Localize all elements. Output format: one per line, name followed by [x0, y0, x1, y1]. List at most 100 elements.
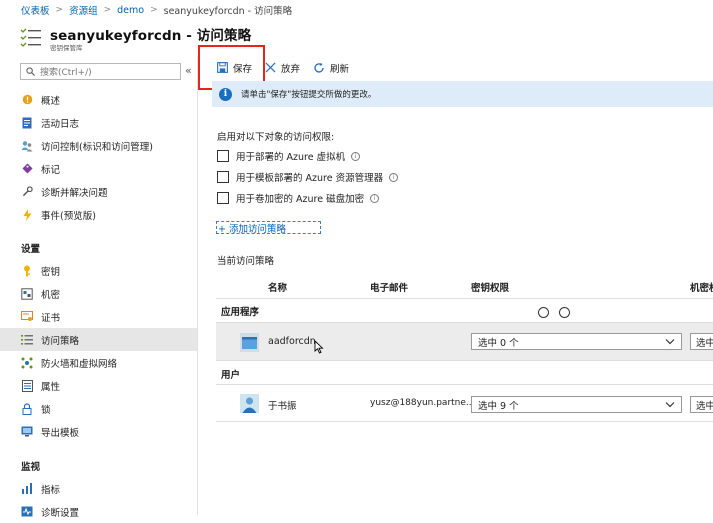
sidebar-item-export-template[interactable]: 导出模板	[0, 420, 197, 443]
radio-button[interactable]	[559, 307, 570, 318]
command-bar: 保存 放弃 刷新	[199, 56, 713, 80]
collapse-sidebar-button[interactable]: «	[185, 64, 192, 77]
tag-icon	[21, 163, 33, 175]
sidebar-item-label: 访问控制(标识和访问管理)	[41, 141, 153, 153]
table-row[interactable]: 于书振 yusz@188yun.partne... 选中 9 个 选中	[216, 384, 713, 422]
discard-button[interactable]: 放弃	[265, 59, 300, 76]
search-icon	[26, 67, 35, 76]
user-icon	[242, 397, 257, 413]
enable-access-label: 启用对以下对象的访问权限:	[217, 132, 335, 143]
sidebar-item-label: 事件(预览版)	[41, 210, 96, 222]
sidebar-item-metrics[interactable]: 指标	[0, 477, 197, 500]
sidebar-item-tags[interactable]: 标记	[0, 157, 197, 180]
vm-deployment-checkbox[interactable]	[217, 150, 229, 162]
sidebar-item-label: 标记	[41, 164, 61, 176]
key-permissions-dropdown[interactable]: 选中 9 个	[471, 396, 682, 413]
sidebar-item-access-policies[interactable]: 访问策略	[0, 328, 197, 351]
dropdown-value: 选中 9 个	[478, 400, 519, 412]
app-avatar	[240, 333, 259, 352]
checkbox-row-arm[interactable]: 用于模板部署的 Azure 资源管理器 i	[217, 170, 399, 184]
dropdown-value: 选中 0 个	[478, 337, 519, 349]
sidebar-item-label: 密钥	[41, 266, 61, 278]
sidebar-item-events[interactable]: 事件(预览版)	[0, 203, 197, 226]
breadcrumb: 仪表板 > 资源组 > demo > seanyukeyforcdn - 访问策…	[0, 0, 713, 20]
info-icon[interactable]: i	[351, 151, 361, 161]
checkbox-row-vm[interactable]: 用于部署的 Azure 虚拟机 i	[217, 149, 361, 163]
certificate-icon	[21, 311, 33, 323]
export-template-icon	[21, 426, 33, 438]
current-policies-label: 当前访问策略	[217, 256, 275, 267]
breadcrumb-dashboard[interactable]: 仪表板	[21, 3, 50, 17]
properties-icon	[21, 379, 33, 392]
sidebar-item-secrets[interactable]: 机密	[0, 282, 197, 305]
arm-template-checkbox[interactable]	[217, 171, 229, 183]
application-icon	[242, 336, 257, 349]
discard-label: 放弃	[281, 63, 301, 75]
info-icon[interactable]: i	[389, 172, 399, 182]
info-banner: i 请单击"保存"按钮提交所做的更改。	[212, 81, 713, 107]
sidebar-item-diagnostics[interactable]: 诊断设置	[0, 500, 197, 523]
info-text: 请单击"保存"按钮提交所做的更改。	[241, 90, 377, 100]
sidebar-item-label: 证书	[41, 312, 61, 324]
checkbox-row-disk[interactable]: 用于卷加密的 Azure 磁盘加密 i	[217, 191, 380, 205]
iam-icon	[21, 140, 33, 152]
user-avatar	[240, 394, 259, 413]
table-row[interactable]: aadforcdn 选中 0 个 选中	[216, 322, 713, 361]
sidebar-item-keys[interactable]: 密钥	[0, 259, 197, 282]
sidebar-item-iam[interactable]: 访问控制(标识和访问管理)	[0, 134, 197, 157]
section-settings: 设置	[21, 244, 41, 255]
activity-log-icon	[21, 117, 33, 129]
chevron-down-icon	[665, 402, 675, 408]
sidebar-item-label: 诊断设置	[41, 507, 80, 519]
overview-icon	[21, 94, 33, 106]
secret-permissions-dropdown[interactable]: 选中	[690, 396, 713, 413]
dropdown-value: 选中	[696, 400, 713, 412]
row-email: yusz@188yun.partne...	[370, 398, 475, 408]
page-subtitle: 密钥保管库	[50, 44, 83, 52]
sidebar-item-label: 机密	[41, 289, 61, 301]
sidebar-item-activity-log[interactable]: 活动日志	[0, 111, 197, 134]
refresh-button[interactable]: 刷新	[313, 59, 349, 76]
section-monitoring: 监视	[21, 462, 41, 473]
sidebar-item-certificates[interactable]: 证书	[0, 305, 197, 328]
breadcrumb-demo[interactable]: demo	[117, 5, 144, 16]
breadcrumb-resource-groups[interactable]: 资源组	[69, 3, 98, 17]
key-permissions-dropdown[interactable]: 选中 0 个	[471, 333, 682, 350]
firewall-icon	[21, 357, 33, 369]
chevron-down-icon	[665, 339, 675, 345]
list-policy-icon	[20, 27, 42, 47]
column-header-email: 电子邮件	[370, 283, 409, 294]
sidebar-item-diagnose[interactable]: 诊断并解决问题	[0, 180, 197, 203]
group-header-row	[216, 298, 713, 322]
checkbox-label: 用于卷加密的 Azure 磁盘加密	[236, 194, 365, 205]
sidebar-item-label: 概述	[41, 95, 61, 107]
disk-encryption-checkbox[interactable]	[217, 192, 229, 204]
breadcrumb-separator: >	[55, 5, 64, 15]
row-name[interactable]: 于书振	[268, 398, 297, 412]
sidebar-item-overview[interactable]: 概述	[0, 88, 197, 111]
metrics-icon	[21, 483, 33, 495]
search-placeholder: 搜索(Ctrl+/)	[40, 68, 92, 78]
sidebar-item-label: 访问策略	[41, 335, 80, 347]
search-input[interactable]: 搜索(Ctrl+/)	[20, 63, 181, 80]
sidebar-item-label: 指标	[41, 484, 61, 496]
mouse-cursor-icon	[314, 339, 324, 357]
sidebar-item-properties[interactable]: 属性	[0, 374, 197, 397]
sidebar-item-label: 导出模板	[41, 427, 80, 439]
breadcrumb-separator: >	[103, 5, 112, 15]
add-access-policy-link[interactable]: + 添加访问策略	[216, 221, 321, 235]
close-icon	[265, 62, 276, 73]
info-icon[interactable]: i	[370, 193, 380, 203]
secret-permissions-dropdown[interactable]: 选中	[690, 333, 713, 350]
column-header-name: 名称	[268, 283, 288, 294]
page-title: seanyukeyforcdn - 访问策略	[50, 28, 252, 44]
sidebar: 搜索(Ctrl+/) « 概述 活动日志 访问控制(标识和访问管理) 标记 诊断…	[0, 56, 198, 519]
sidebar-item-firewall[interactable]: 防火墙和虚拟网络	[0, 351, 197, 374]
sidebar-item-locks[interactable]: 锁	[0, 397, 197, 420]
dropdown-value: 选中	[696, 337, 713, 349]
group-label-users: 用户	[221, 370, 241, 381]
radio-button[interactable]	[538, 307, 549, 318]
refresh-icon	[314, 62, 324, 73]
row-name[interactable]: aadforcdn	[268, 336, 316, 347]
column-header-secret-permissions: 机密权	[690, 283, 713, 294]
